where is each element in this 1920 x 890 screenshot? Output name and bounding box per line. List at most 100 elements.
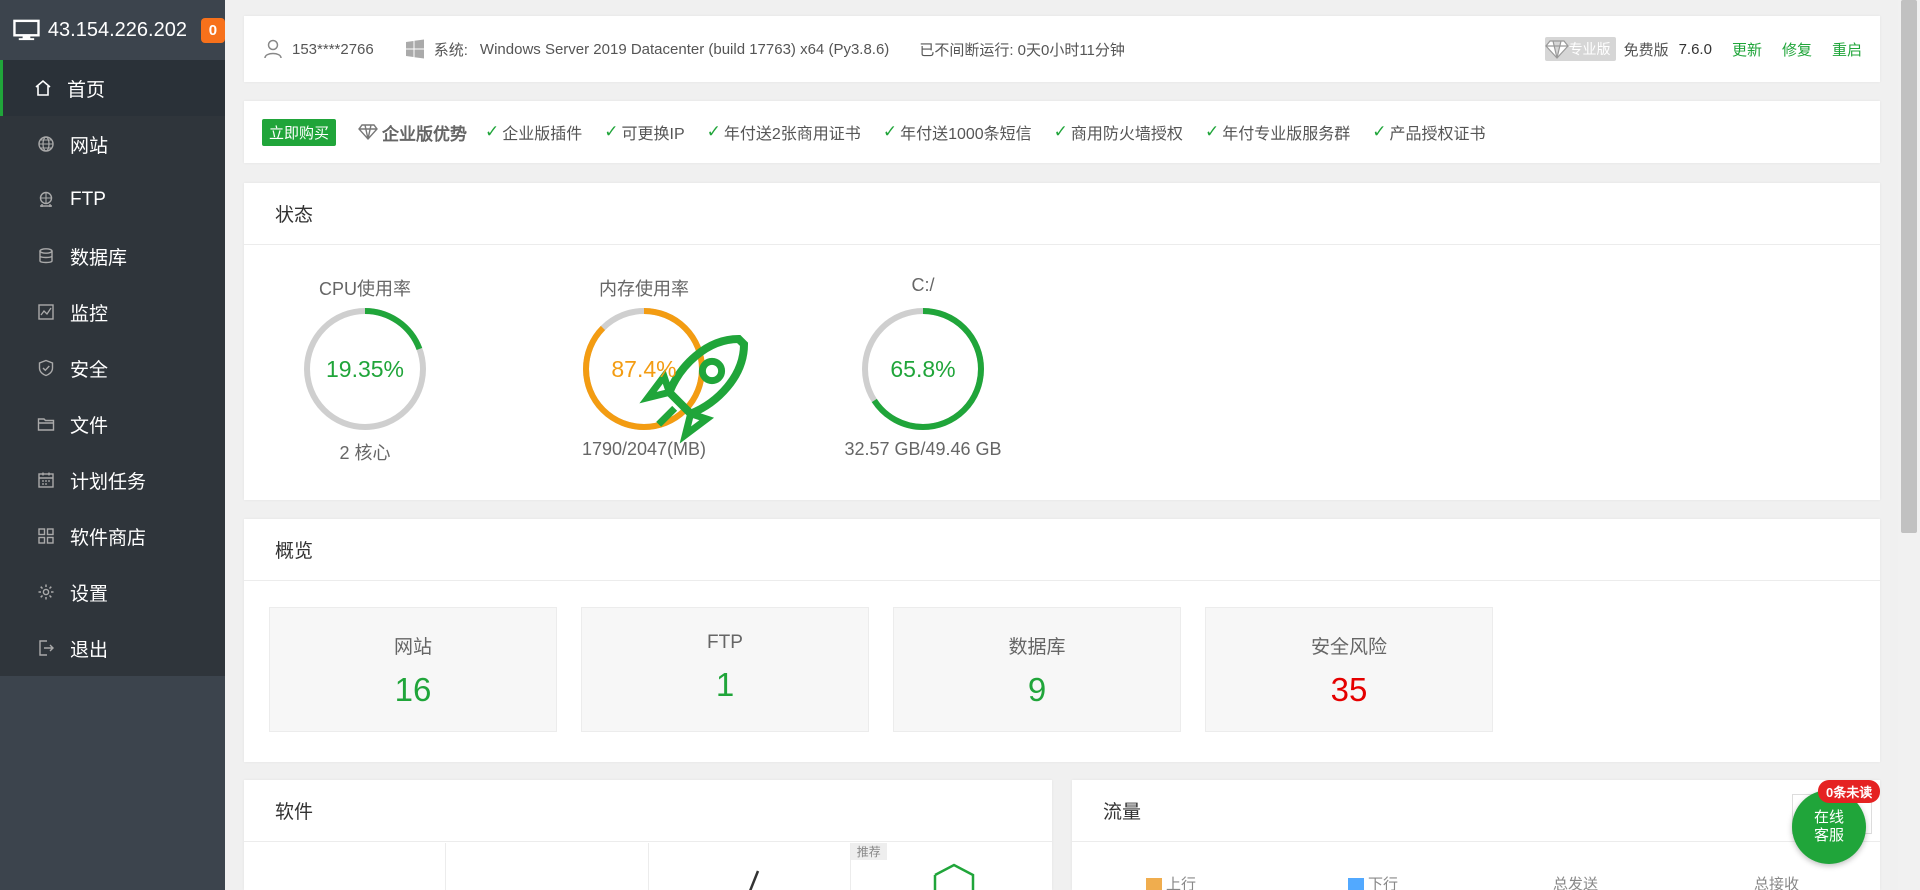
legend-upload: 上行 <box>1146 873 1196 890</box>
overview-count: 16 <box>394 671 432 708</box>
overview-label: 数据库 <box>1008 637 1066 658</box>
server-info-bar: 153****2766 系统: Windows Server 2019 Data… <box>244 16 1880 82</box>
software-grid: 推荐 <box>244 843 1052 890</box>
system-info: 系统: Windows Server 2019 Datacenter (buil… <box>404 38 890 60</box>
scrollbar-thumb[interactable] <box>1901 0 1917 533</box>
update-link[interactable]: 更新 <box>1732 39 1762 60</box>
feature-label: 年付专业版服务群 <box>1222 126 1351 143</box>
check-icon: ✓ <box>706 122 721 141</box>
overview-security-risk-box[interactable]: 安全风险 35 <box>1205 607 1493 732</box>
sidebar-item-security[interactable]: 安全 <box>0 340 225 396</box>
sidebar-item-website[interactable]: 网站 <box>0 116 225 172</box>
status-title: 状态 <box>244 183 1880 245</box>
software-cell[interactable]: 推荐 <box>850 843 1052 890</box>
overview-label: 安全风险 <box>1310 637 1387 658</box>
gauge-ring: 87.4% <box>580 305 749 444</box>
sidebar-item-files[interactable]: 文件 <box>0 396 225 452</box>
database-icon <box>36 246 56 266</box>
overview-title: 概览 <box>244 519 1880 581</box>
windows-icon <box>405 39 424 59</box>
overview-database-box[interactable]: 数据库 9 <box>893 607 1181 732</box>
sidebar-item-ftp[interactable]: FTP <box>0 172 225 228</box>
feature-label: 企业版插件 <box>502 126 583 143</box>
chat-line2: 客服 <box>1813 827 1844 844</box>
sidebar-item-cron[interactable]: 计划任务 <box>0 452 225 508</box>
unread-badge[interactable]: 0条未读 <box>1818 780 1881 803</box>
enterprise-title[interactable]: 企业版优势 <box>358 120 467 145</box>
feature-label: 商用防火墙授权 <box>1070 126 1183 143</box>
sidebar-item-home[interactable]: 首页 <box>0 60 225 116</box>
user-icon <box>264 39 282 59</box>
enterprise-promo-bar: 立即购买 企业版优势 ✓ 企业版插件 ✓ 可更换IP ✓ 年付送2张商用证书 ✓ 年付送… <box>244 101 1880 163</box>
legend-label: 下行 <box>1368 876 1399 890</box>
gauge-value: 19.35% <box>325 355 404 382</box>
pen-icon <box>748 870 759 890</box>
feature-label: 年付送2张商用证书 <box>723 126 861 143</box>
calendar-icon <box>36 470 56 490</box>
user-phone: 153****2766 <box>292 40 374 58</box>
overview-website-box[interactable]: 网站 16 <box>269 607 557 732</box>
check-icon: ✓ <box>1204 122 1220 141</box>
gauge-ring: 19.35% <box>301 305 429 433</box>
server-ip: 43.154.226.202 <box>47 18 187 41</box>
server-header[interactable]: 43.154.226.202 0 <box>0 0 225 60</box>
sidebar-item-monitor[interactable]: 监控 <box>0 284 225 340</box>
disk-gauge[interactable]: C:/ 65.8% 32.57 GB/49.46 GB <box>823 275 1023 460</box>
home-icon <box>33 78 53 98</box>
globe-icon <box>36 134 56 154</box>
sidebar-item-appstore[interactable]: 软件商店 <box>0 508 225 564</box>
feature-label: 可更换IP <box>621 126 685 143</box>
traffic-title: 流量 <box>1072 780 1880 842</box>
recommend-tag: 推荐 <box>850 843 887 860</box>
sidebar-item-label: 数据库 <box>70 247 128 269</box>
ftp-icon <box>36 190 56 210</box>
sidebar-menu: 首页 网站 FTP 数据库 监控 安全 文件 计划任务 软件商店 设置 退出 <box>0 60 225 676</box>
software-title: 软件 <box>244 780 1052 842</box>
overview-label: 网站 <box>393 637 432 658</box>
buy-now-button[interactable]: 立即购买 <box>262 118 337 146</box>
gauge-value: 65.8% <box>890 355 956 382</box>
overview-ftp-box[interactable]: FTP 1 <box>581 607 869 732</box>
memory-gauge[interactable]: 内存使用率 87.4% 1790/2047(MB) <box>544 275 749 460</box>
waf-shield-icon <box>933 863 974 890</box>
sidebar-item-label: 网站 <box>70 135 109 157</box>
sidebar-item-label: 计划任务 <box>70 471 147 493</box>
upload-swatch <box>1146 878 1162 890</box>
overview-count: 9 <box>1027 671 1047 708</box>
gear-icon <box>36 582 56 602</box>
check-icon: ✓ <box>882 122 898 141</box>
restart-link[interactable]: 重启 <box>1832 39 1862 60</box>
sidebar-item-logout[interactable]: 退出 <box>0 620 225 676</box>
uptime-text: 已不间断运行: 0天0小时11分钟 <box>919 41 1125 59</box>
shield-icon <box>36 358 56 378</box>
edition-text: 免费版 <box>1623 41 1669 59</box>
sidebar-item-label: 软件商店 <box>70 527 147 549</box>
pro-tag-label: 专业版 <box>1568 41 1611 57</box>
pro-edition-tag[interactable]: 专业版 <box>1544 37 1616 61</box>
gauge-title: C:/ <box>911 275 935 295</box>
logout-icon <box>36 638 56 658</box>
download-swatch <box>1348 878 1364 890</box>
repair-link[interactable]: 修复 <box>1782 39 1812 60</box>
feature-item: ✓ 可更换IP <box>604 120 684 144</box>
feature-item: ✓ 产品授权证书 <box>1372 120 1485 144</box>
notification-badge[interactable]: 0 <box>200 17 225 43</box>
user-info[interactable]: 153****2766 <box>262 38 374 60</box>
cpu-gauge[interactable]: CPU使用率 19.35% 2 核心 <box>265 275 465 465</box>
software-cell[interactable] <box>649 843 851 890</box>
sidebar-item-label: 监控 <box>70 303 109 325</box>
sidebar-item-database[interactable]: 数据库 <box>0 228 225 284</box>
diamond-icon <box>358 124 378 141</box>
system-value: Windows Server 2019 Datacenter (build 17… <box>479 40 890 58</box>
total-sent-label: 总发送 <box>1553 876 1599 890</box>
software-cell[interactable] <box>244 843 447 890</box>
feature-item: ✓ 年付专业版服务群 <box>1205 120 1350 144</box>
software-cell[interactable] <box>446 843 649 890</box>
overview-count: 1 <box>715 666 735 703</box>
version-text: 7.6.0 <box>1678 40 1712 58</box>
gauge-value: 87.4% <box>611 355 677 382</box>
monitor-icon <box>13 19 40 41</box>
sidebar-item-settings[interactable]: 设置 <box>0 564 225 620</box>
enterprise-title-label: 企业版优势 <box>382 124 468 144</box>
monitor-chart-icon <box>36 302 56 322</box>
